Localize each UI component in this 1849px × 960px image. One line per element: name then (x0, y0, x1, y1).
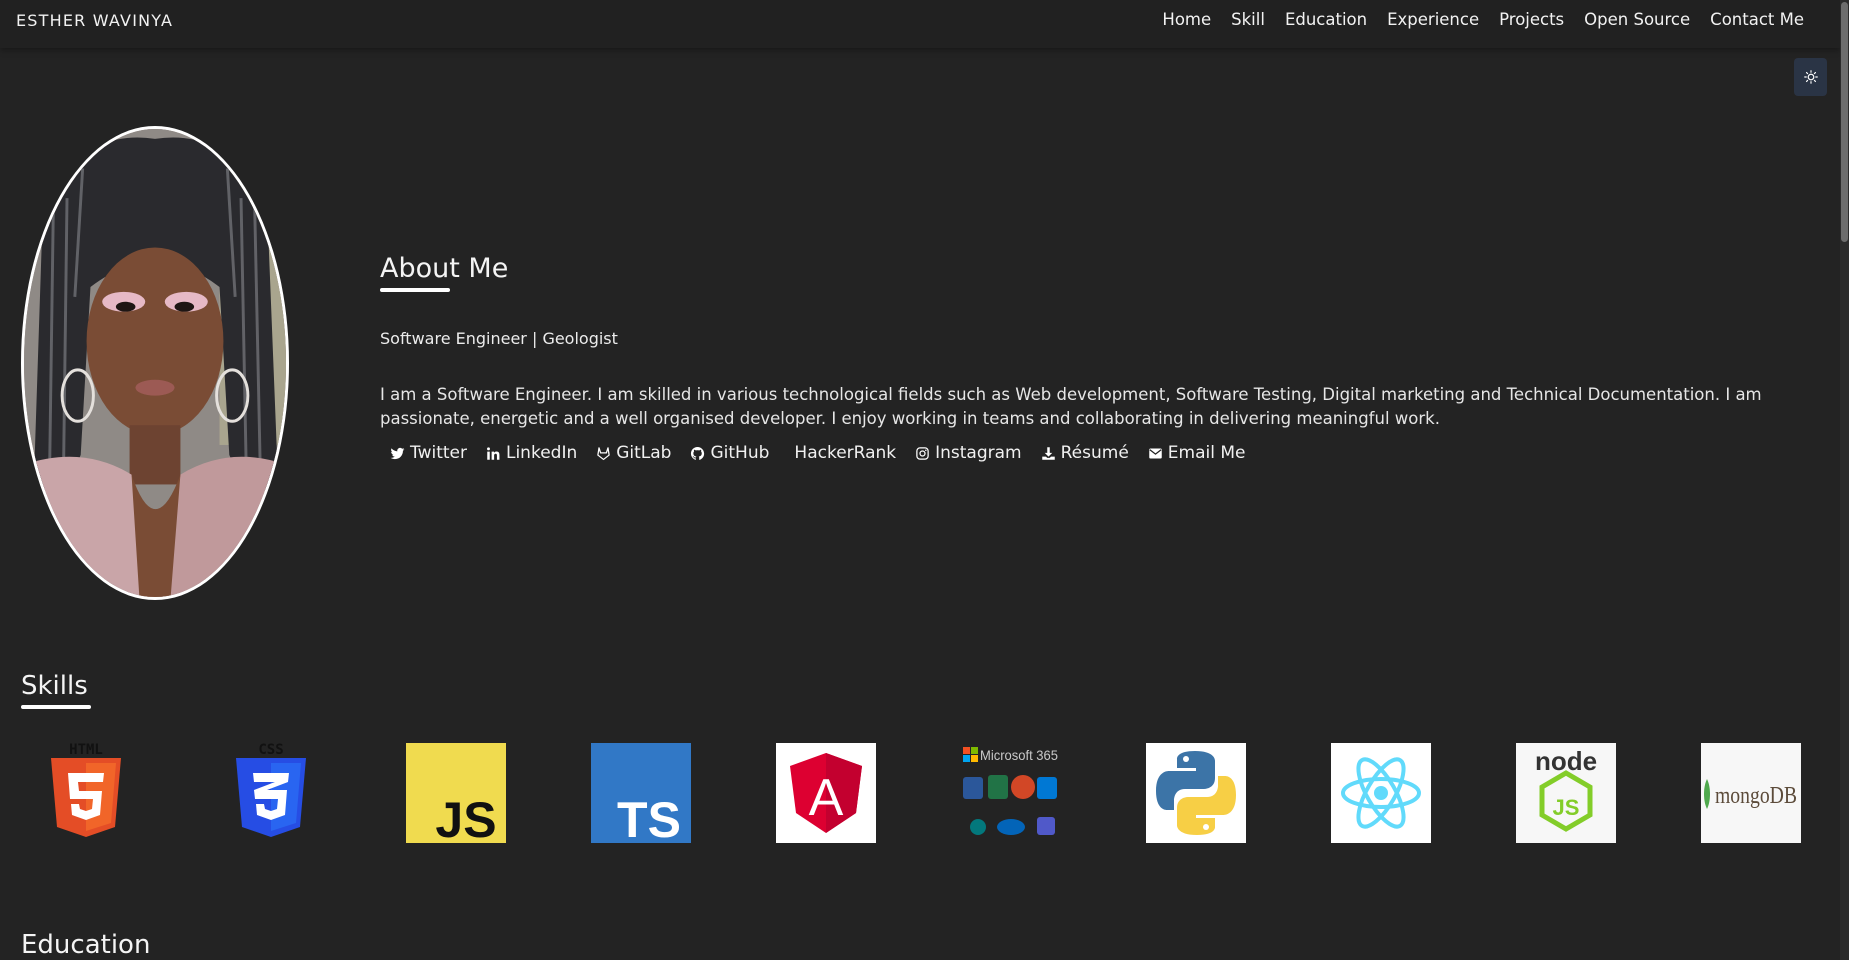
gitlab-icon (597, 446, 610, 460)
skill-javascript: JS (406, 743, 506, 843)
css3-logo-icon: CSS (236, 743, 306, 837)
github-icon (691, 446, 705, 460)
about-title-underline (380, 288, 450, 292)
email-me-link[interactable]: Email Me (1148, 443, 1246, 463)
nav-experience[interactable]: Experience (1387, 10, 1479, 29)
top-navbar: ESTHER WAVINYA Home Skill Education Expe… (0, 0, 1840, 48)
skill-angular: A (776, 743, 876, 843)
hackerrank-link[interactable]: HackerRank (794, 443, 896, 463)
angular-logo-text: A (809, 769, 844, 827)
react-logo-icon (1331, 743, 1431, 843)
skill-react (1331, 743, 1431, 843)
nav-skill[interactable]: Skill (1231, 10, 1265, 29)
hackerrank-label: HackerRank (794, 443, 897, 463)
nav-links: Home Skill Education Experience Projects… (1162, 10, 1804, 29)
nav-education[interactable]: Education (1285, 10, 1367, 29)
twitter-label: Twitter (410, 443, 467, 463)
resume-label: Résumé (1060, 443, 1129, 463)
javascript-logo-icon: JS (406, 743, 506, 843)
email-me-label: Email Me (1167, 443, 1246, 463)
python-logo-icon (1146, 743, 1246, 843)
github-link[interactable]: GitHub (690, 443, 769, 463)
microsoft-365-logo-text: Microsoft 365 (980, 747, 1058, 763)
page-scrollbar[interactable] (1840, 0, 1849, 960)
svg-text:JS: JS (1553, 795, 1580, 820)
github-label: GitHub (710, 443, 770, 463)
about-title: About Me (380, 253, 509, 284)
skill-microsoft-365: Microsoft 365 (961, 743, 1061, 843)
skill-mongodb: mongoDB (1701, 743, 1801, 843)
css3-logo-text: CSS (258, 743, 283, 758)
instagram-link[interactable]: Instagram (915, 443, 1022, 463)
download-icon (1041, 446, 1055, 460)
education-title: Education (21, 930, 151, 960)
javascript-logo-text: JS (435, 792, 496, 843)
brand-name[interactable]: ESTHER WAVINYA (16, 11, 173, 30)
nav-contact-me[interactable]: Contact Me (1710, 10, 1804, 29)
gitlab-link[interactable]: GitLab (596, 443, 671, 463)
mongodb-logo-text: mongoDB (1715, 783, 1797, 809)
angular-logo-icon: A (776, 743, 876, 843)
scrollbar-thumb[interactable] (1841, 2, 1848, 242)
skill-css3: CSS (221, 743, 321, 843)
linkedin-label: LinkedIn (505, 443, 578, 463)
instagram-icon (916, 446, 929, 460)
resume-link[interactable]: Résumé (1041, 443, 1129, 463)
nav-projects[interactable]: Projects (1499, 10, 1564, 29)
nav-open-source[interactable]: Open Source (1584, 10, 1690, 29)
sun-icon (1803, 70, 1818, 84)
skill-python (1146, 743, 1246, 843)
skill-typescript: TS (591, 743, 691, 843)
skills-title: Skills (21, 671, 88, 701)
profile-avatar (21, 126, 289, 600)
skill-html5: HTML (36, 743, 136, 843)
html5-logo-text: HTML (69, 743, 103, 758)
typescript-logo-text: TS (617, 792, 681, 843)
about-subtitle: Software Engineer | Geologist (380, 329, 618, 348)
instagram-label: Instagram (935, 443, 1022, 463)
theme-toggle-button[interactable] (1794, 58, 1827, 96)
gitlab-label: GitLab (616, 443, 672, 463)
social-links: Twitter LinkedIn GitLab GitHub HackerRan… (390, 443, 1246, 463)
twitter-link[interactable]: Twitter (390, 443, 467, 463)
nodejs-logo-icon: node JS (1516, 743, 1616, 843)
skill-nodejs: node JS (1516, 743, 1616, 843)
nav-home[interactable]: Home (1162, 10, 1211, 29)
typescript-logo-icon: TS (591, 743, 691, 843)
microsoft-365-logo-icon: Microsoft 365 (963, 747, 1058, 835)
linkedin-link[interactable]: LinkedIn (486, 443, 577, 463)
mongodb-logo-icon: mongoDB (1701, 743, 1801, 843)
twitter-icon (390, 447, 405, 459)
html5-logo-icon: HTML (51, 743, 121, 837)
linkedin-icon (487, 446, 500, 460)
about-description: I am a Software Engineer. I am skilled i… (380, 385, 1762, 428)
envelope-icon (1149, 448, 1162, 458)
skills-title-underline (21, 705, 91, 709)
